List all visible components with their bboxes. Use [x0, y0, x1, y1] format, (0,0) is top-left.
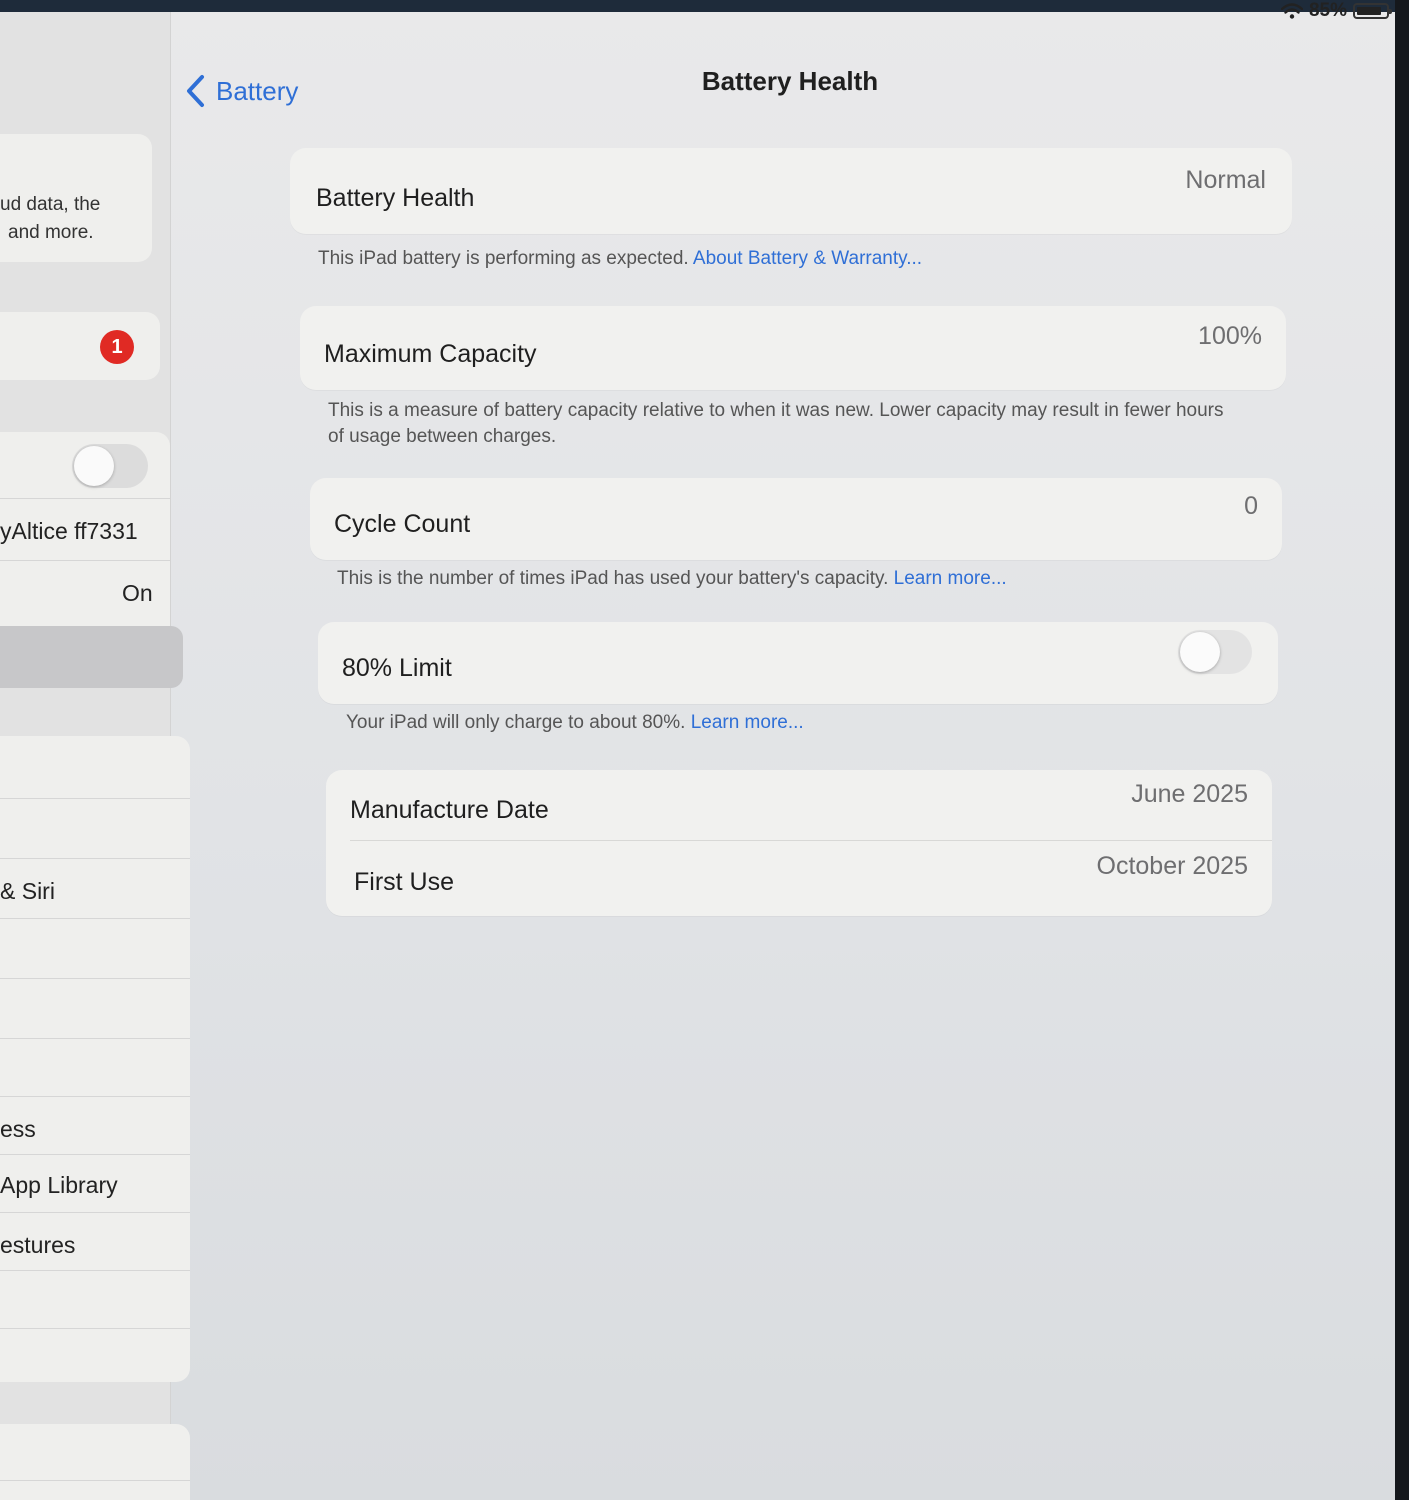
cycle-count-footer-text: This is the number of times iPad has use… [337, 568, 889, 589]
cycle-count-label: Cycle Count [334, 510, 471, 538]
back-button-label: Battery [216, 75, 299, 106]
general-group-card: & Siri ess App Library estures [0, 736, 190, 1382]
maximum-capacity-value: 100% [1198, 322, 1262, 350]
cycle-count-learn-more-link[interactable]: Learn more... [894, 568, 1007, 589]
battery-health-footer: This iPad battery is performing as expec… [318, 246, 1218, 272]
battery-health-value: Normal [1185, 166, 1266, 194]
toggle-knob [1180, 632, 1220, 672]
about-battery-warranty-link[interactable]: About Battery & Warranty... [693, 248, 922, 269]
device-bezel-top [0, 0, 1409, 12]
charge-limit-learn-more-link[interactable]: Learn more... [691, 712, 804, 733]
maximum-capacity-label: Maximum Capacity [324, 340, 537, 368]
settings-sidebar: ud data, the and more. 1 yAltice ff7331 … [0, 12, 190, 1500]
maximum-capacity-card: Maximum Capacity 100% [300, 306, 1286, 390]
account-description-line1: ud data, the [0, 194, 101, 215]
battery-icon [1353, 3, 1392, 19]
cycle-count-value: 0 [1244, 492, 1258, 520]
sidebar-item-accessibility[interactable]: ess [0, 1116, 36, 1143]
battery-health-card: Battery Health Normal [290, 148, 1292, 234]
account-description-line2: and more. [8, 222, 94, 243]
sidebar-item-battery-selected[interactable] [0, 626, 183, 688]
device-bezel-right [1395, 0, 1409, 1500]
battery-health-label: Battery Health [316, 184, 475, 212]
maximum-capacity-footer: This is a measure of battery capacity re… [328, 400, 1224, 447]
battery-health-footer-text: This iPad battery is performing as expec… [318, 248, 689, 269]
charge-limit-footer: Your iPad will only charge to about 80%.… [346, 710, 1246, 736]
manufacture-date-value: June 2025 [1131, 780, 1248, 808]
page-title: Battery Health [701, 66, 879, 96]
toggle-knob [74, 446, 114, 486]
battery-dates-card: Manufacture Date June 2025 First Use Oct… [326, 770, 1272, 916]
charge-limit-label: 80% Limit [342, 654, 452, 682]
charge-limit-card: 80% Limit [318, 622, 1278, 704]
row-divider [350, 840, 1272, 841]
first-use-value: October 2025 [1096, 852, 1249, 880]
sidebar-item-multitasking[interactable]: estures [0, 1232, 75, 1259]
battery-level-fill [1357, 7, 1381, 15]
account-card[interactable]: ud data, the and more. [0, 134, 152, 262]
sidebar-item-home-screen[interactable]: App Library [0, 1172, 118, 1199]
notification-badge: 1 [100, 330, 134, 364]
sidebar-item-siri[interactable]: & Siri [0, 878, 55, 905]
sidebar-item-bluetooth-value[interactable]: On [122, 580, 153, 607]
wifi-icon [1280, 3, 1303, 19]
sidebar-item-notification-row[interactable]: 1 [0, 312, 160, 380]
charge-limit-footer-text: Your iPad will only charge to about 80%. [346, 712, 686, 733]
sidebar-item-wifi-value[interactable]: yAltice ff7331 [0, 518, 138, 545]
manufacture-date-label: Manufacture Date [350, 796, 549, 824]
back-button[interactable]: Battery [184, 74, 298, 108]
chevron-left-icon [187, 75, 204, 107]
next-group-card [0, 1424, 190, 1500]
cycle-count-card: Cycle Count 0 [310, 478, 1282, 560]
settings-screen: ud data, the and more. 1 yAltice ff7331 … [0, 0, 1395, 1500]
charge-limit-toggle[interactable] [1178, 630, 1252, 674]
first-use-label: First Use [354, 868, 454, 896]
airplane-mode-toggle[interactable] [72, 444, 148, 488]
battery-percentage: 85% [1308, 0, 1347, 21]
cycle-count-footer: This is the number of times iPad has use… [337, 566, 1237, 592]
status-bar: 85% [1280, 0, 1392, 22]
